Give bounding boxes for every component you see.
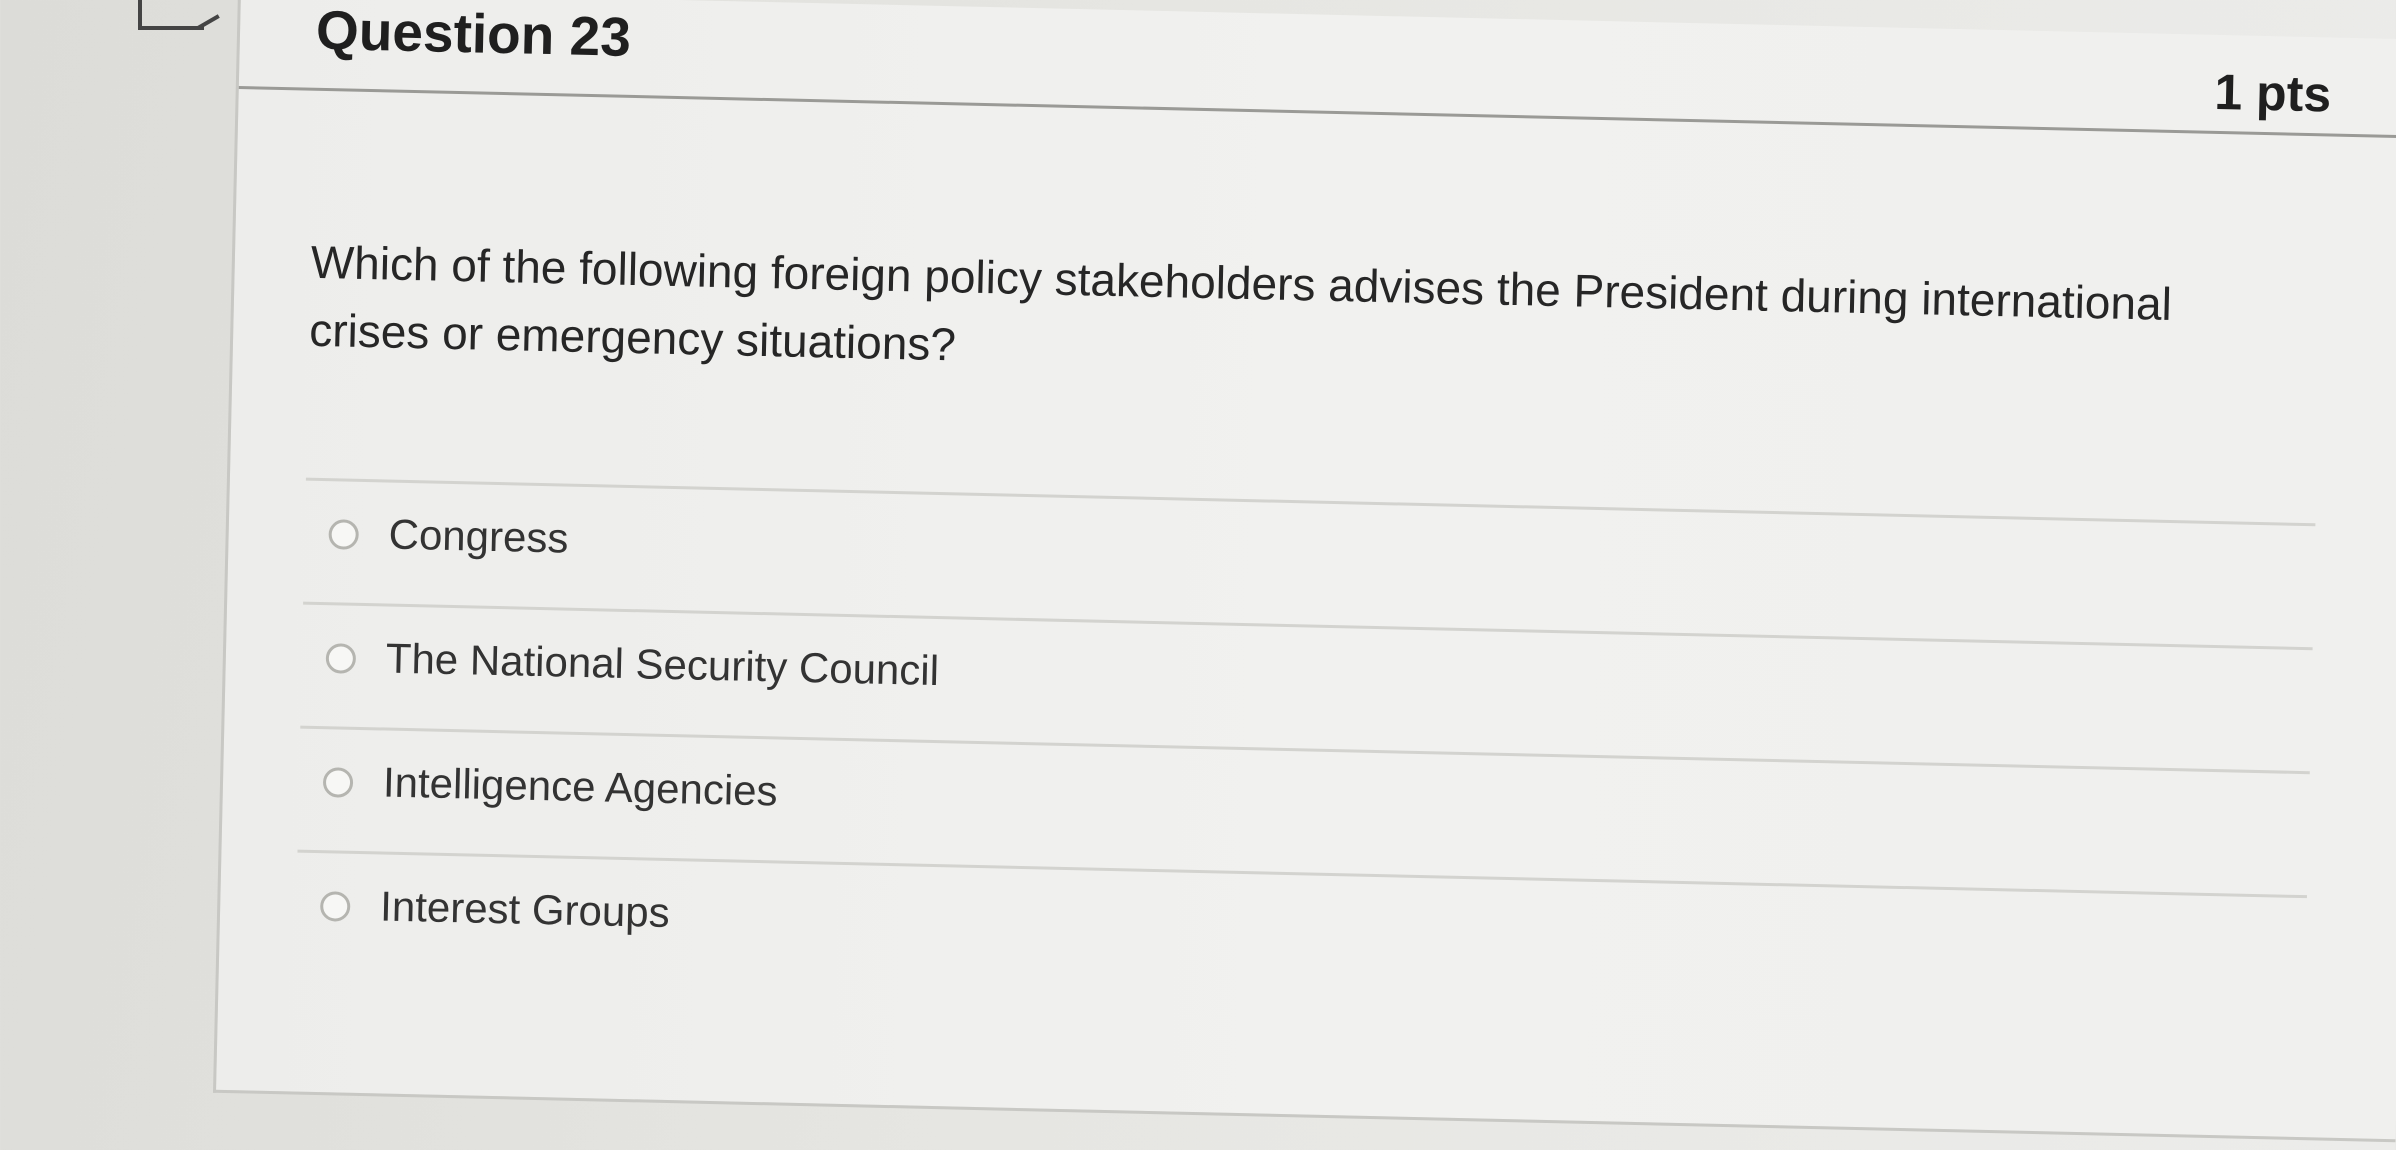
question-points: 1 pts (2213, 63, 2332, 123)
question-title: Question 23 (315, 0, 632, 68)
answer-label[interactable]: Interest Groups (380, 882, 670, 937)
answer-label[interactable]: Intelligence Agencies (383, 759, 779, 816)
radio-button-icon[interactable] (319, 891, 351, 922)
radio-button-icon[interactable] (325, 643, 357, 674)
question-header: Question 23 1 pts (238, 0, 2396, 139)
question-card: Question 23 1 pts Which of the following… (212, 0, 2396, 1143)
flag-question-icon[interactable] (138, 0, 204, 30)
answer-label[interactable]: The National Security Council (385, 635, 939, 696)
question-text: Which of the following foreign policy st… (308, 235, 2173, 371)
answer-list: Congress The National Security Council I… (294, 477, 2316, 1020)
answer-label[interactable]: Congress (388, 511, 569, 563)
radio-button-icon[interactable] (322, 767, 354, 798)
radio-button-icon[interactable] (328, 519, 360, 550)
